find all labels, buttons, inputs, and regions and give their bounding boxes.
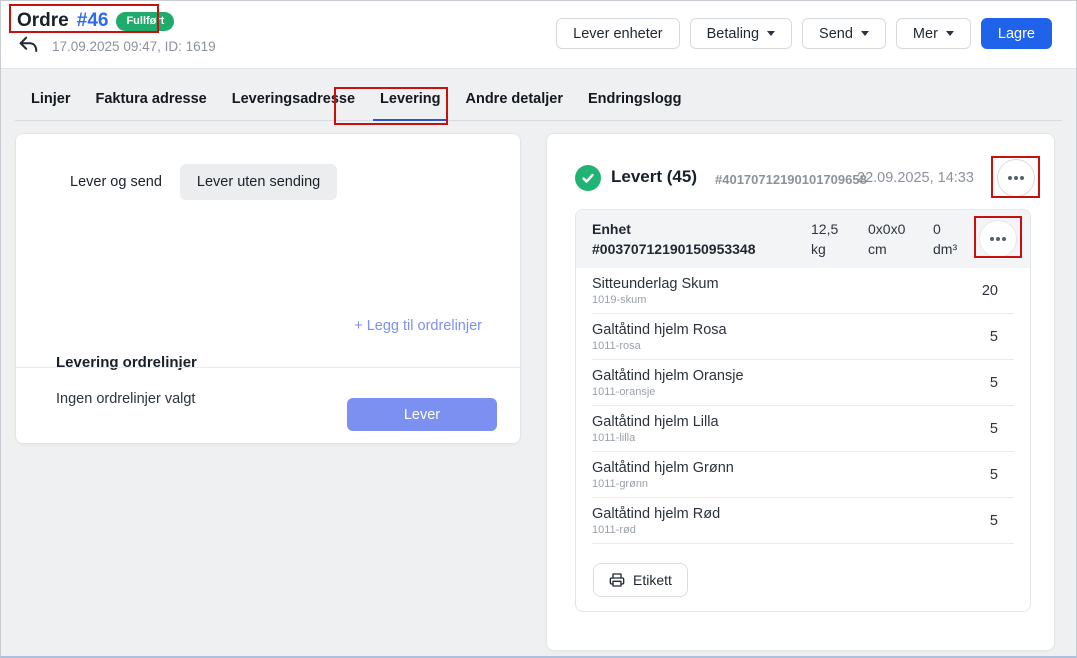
caret-down-icon <box>946 31 954 36</box>
line-item-qty: 5 <box>990 375 998 391</box>
line-item-text: Galtåtind hjelm Oransje 1011-oransje <box>592 368 744 398</box>
unit-weight-unit: kg <box>811 239 838 259</box>
line-item-name: Sitteunderlag Skum <box>592 276 719 292</box>
table-row: Galtåtind hjelm Lilla 1011-lilla 5 <box>592 406 1014 452</box>
table-row: Sitteunderlag Skum 1019-skum 20 <box>592 268 1014 314</box>
tab-linjer[interactable]: Linjer <box>31 85 70 120</box>
table-row: Galtåtind hjelm Grønn 1011-grønn 5 <box>592 452 1014 498</box>
add-order-lines-link[interactable]: + Legg til ordrelinjer <box>354 318 482 334</box>
line-item-name: Galtåtind hjelm Rosa <box>592 322 727 338</box>
card-footer-divider <box>16 367 520 368</box>
caret-down-icon <box>767 31 775 36</box>
more-label: Mer <box>913 26 938 42</box>
line-item-text: Galtåtind hjelm Rød 1011-rød <box>592 506 720 536</box>
deliver-units-button[interactable]: Lever enheter <box>556 18 679 49</box>
line-item-qty: 5 <box>990 513 998 529</box>
ellipsis-icon <box>1008 176 1024 180</box>
tab-faktura-adresse[interactable]: Faktura adresse <box>95 85 206 120</box>
tab-bar: Linjer Faktura adresse Leveringsadresse … <box>15 85 1062 121</box>
unit-line-items: Sitteunderlag Skum 1019-skum 20 Galtåtin… <box>576 268 1030 544</box>
line-item-text: Galtåtind hjelm Grønn 1011-grønn <box>592 460 734 490</box>
tab-andre-detaljer[interactable]: Andre detaljer <box>465 85 563 120</box>
delivered-check-icon <box>575 165 601 191</box>
unit-dimensions: 0x0x0 cm <box>868 219 905 259</box>
send-label: Send <box>819 26 853 42</box>
back-button[interactable] <box>16 34 40 58</box>
delivered-status-title: Levert (45) <box>611 167 697 187</box>
toggle-deliver-and-send[interactable]: Lever og send <box>56 164 176 200</box>
tracking-number: #40170712190101709658 <box>715 172 867 187</box>
line-item-name: Galtåtind hjelm Rød <box>592 506 720 522</box>
status-badge: Fullført <box>116 12 174 31</box>
line-item-qty: 5 <box>990 329 998 345</box>
line-item-text: Galtåtind hjelm Rosa 1011-rosa <box>592 322 727 352</box>
payment-label: Betaling <box>707 26 759 42</box>
line-item-name: Galtåtind hjelm Lilla <box>592 414 719 430</box>
unit-volume-value: 0 <box>933 219 957 239</box>
label-button[interactable]: Etikett <box>593 563 688 597</box>
order-window: Ordre #46 Fullført 17.09.2025 09:47, ID:… <box>0 0 1077 658</box>
delivery-mode-toggle: Lever og send Lever uten sending <box>56 164 337 200</box>
more-dropdown-button[interactable]: Mer <box>896 18 971 49</box>
unit-weight: 12,5 kg <box>811 219 838 259</box>
save-label: Lagre <box>998 26 1035 42</box>
unit-box: Enhet #00370712190150953348 12,5 kg 0x0x… <box>575 209 1031 612</box>
tab-leveringsadresse[interactable]: Leveringsadresse <box>232 85 355 120</box>
back-row: 17.09.2025 09:47, ID: 1619 <box>16 34 216 58</box>
toggle-deliver-without-shipping[interactable]: Lever uten sending <box>180 164 337 200</box>
save-button[interactable]: Lagre <box>981 18 1052 49</box>
line-item-sku: 1011-rød <box>592 524 720 536</box>
line-item-sku: 1011-lilla <box>592 432 719 444</box>
order-title-row: Ordre #46 Fullført <box>17 10 174 32</box>
caret-down-icon <box>861 31 869 36</box>
send-dropdown-button[interactable]: Send <box>802 18 886 49</box>
unit-title: Enhet #00370712190150953348 <box>592 219 756 259</box>
delivery-form-card: Lever og send Lever uten sending Leverin… <box>15 133 521 444</box>
order-lines-section-title: Levering ordrelinjer <box>56 354 197 371</box>
header-actions: Lever enheter Betaling Send Mer Lagre <box>556 18 1052 49</box>
line-item-qty: 5 <box>990 467 998 483</box>
order-number: #46 <box>77 10 109 32</box>
line-item-qty: 20 <box>982 283 998 299</box>
line-item-name: Galtåtind hjelm Oransje <box>592 368 744 384</box>
unit-dimensions-value: 0x0x0 <box>868 219 905 239</box>
tab-endringslogg[interactable]: Endringslogg <box>588 85 681 120</box>
back-arrow-icon <box>17 35 39 57</box>
line-item-text: Galtåtind hjelm Lilla 1011-lilla <box>592 414 719 444</box>
order-meta: 17.09.2025 09:47, ID: 1619 <box>52 39 216 54</box>
line-item-sku: 1011-rosa <box>592 340 727 352</box>
unit-title-line1: Enhet <box>592 219 756 239</box>
tab-levering[interactable]: Levering <box>380 85 440 120</box>
unit-volume-unit: dm³ <box>933 239 957 259</box>
payment-dropdown-button[interactable]: Betaling <box>690 18 792 49</box>
table-row: Galtåtind hjelm Rød 1011-rød 5 <box>592 498 1014 544</box>
line-item-text: Sitteunderlag Skum 1019-skum <box>592 276 719 306</box>
deliver-units-label: Lever enheter <box>573 26 662 42</box>
line-item-sku: 1011-oransje <box>592 386 744 398</box>
shipment-menu-button[interactable] <box>997 159 1035 197</box>
no-order-lines-text: Ingen ordrelinjer valgt <box>56 391 195 407</box>
ellipsis-icon <box>990 237 1006 241</box>
unit-weight-value: 12,5 <box>811 219 838 239</box>
table-row: Galtåtind hjelm Oransje 1011-oransje 5 <box>592 360 1014 406</box>
unit-title-line2: #00370712190150953348 <box>592 239 756 259</box>
line-item-qty: 5 <box>990 421 998 437</box>
unit-menu-button[interactable] <box>979 220 1017 258</box>
label-button-text: Etikett <box>633 572 672 588</box>
page-header: Ordre #46 Fullført 17.09.2025 09:47, ID:… <box>1 1 1076 69</box>
line-item-sku: 1019-skum <box>592 294 719 306</box>
unit-header: Enhet #00370712190150953348 12,5 kg 0x0x… <box>576 210 1030 268</box>
delivered-shipment-card: Levert (45) #40170712190101709658 22.09.… <box>546 133 1055 651</box>
deliver-button[interactable]: Lever <box>347 398 497 431</box>
table-row: Galtåtind hjelm Rosa 1011-rosa 5 <box>592 314 1014 360</box>
delivered-timestamp: 22.09.2025, 14:33 <box>857 170 974 186</box>
page-title: Ordre <box>17 10 69 32</box>
line-item-name: Galtåtind hjelm Grønn <box>592 460 734 476</box>
unit-dimensions-unit: cm <box>868 239 905 259</box>
printer-icon <box>609 572 625 588</box>
unit-volume: 0 dm³ <box>933 219 957 259</box>
line-item-sku: 1011-grønn <box>592 478 734 490</box>
